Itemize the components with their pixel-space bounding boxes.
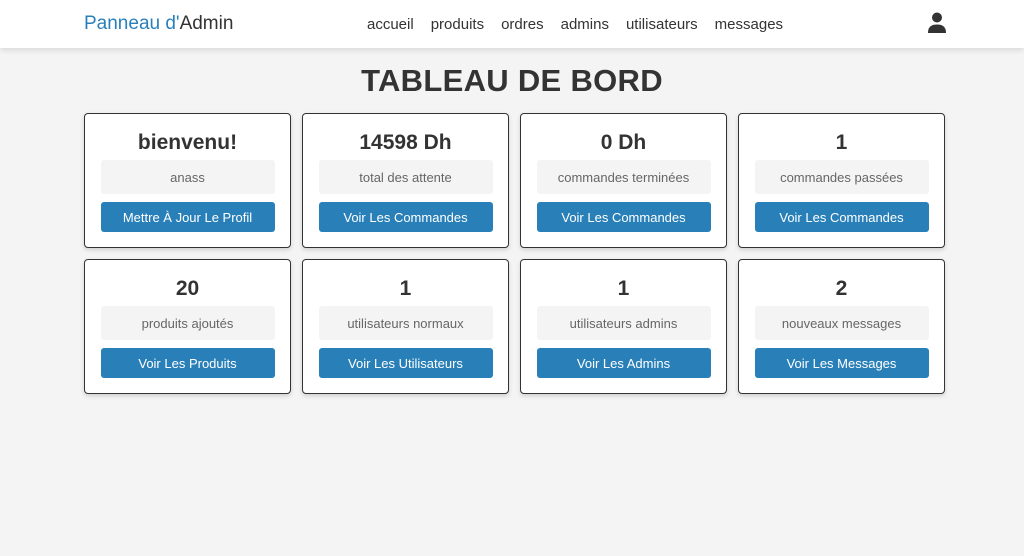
card-value: 20 [175, 277, 200, 300]
card-value: 1 [617, 277, 630, 300]
header: Panneau d'Admin accueil produits ordres … [0, 0, 1024, 48]
card-label: total des attente [318, 160, 493, 194]
card-value: 1 [399, 277, 412, 300]
update-profile-button[interactable]: Mettre À Jour Le Profil [100, 202, 275, 232]
card-pending-total: 14598 Dh total des attente Voir Les Comm… [302, 113, 509, 248]
nav-ordres[interactable]: ordres [501, 16, 544, 33]
logo-link[interactable]: Panneau d'Admin [84, 13, 233, 35]
nav-accueil[interactable]: accueil [367, 16, 414, 33]
user-icon[interactable] [928, 12, 946, 34]
card-new-messages: 2 nouveaux messages Voir Les Messages [738, 259, 945, 394]
view-orders-button[interactable]: Voir Les Commandes [754, 202, 929, 232]
view-admins-button[interactable]: Voir Les Admins [536, 348, 711, 378]
card-normal-users: 1 utilisateurs normaux Voir Les Utilisat… [302, 259, 509, 394]
user-icon-svg [928, 12, 946, 33]
logo-suffix: Admin [179, 13, 234, 34]
card-label: produits ajoutés [100, 306, 275, 340]
card-value: 2 [835, 277, 848, 300]
view-orders-button[interactable]: Voir Les Commandes [318, 202, 493, 232]
logo-prefix: Panneau [84, 13, 166, 34]
card-value: 14598 Dh [359, 131, 452, 154]
nav-messages[interactable]: messages [715, 16, 783, 33]
card-completed-orders: 0 Dh commandes terminées Voir Les Comman… [520, 113, 727, 248]
card-label: utilisateurs normaux [318, 306, 493, 340]
card-value: 0 Dh [600, 131, 647, 154]
card-label: utilisateurs admins [536, 306, 711, 340]
card-placed-orders: 1 commandes passées Voir Les Commandes [738, 113, 945, 248]
nav-produits[interactable]: produits [431, 16, 484, 33]
card-value: 1 [835, 131, 848, 154]
card-welcome: bienvenu! anass Mettre À Jour Le Profil [84, 113, 291, 248]
card-admin-users: 1 utilisateurs admins Voir Les Admins [520, 259, 727, 394]
card-label: commandes terminées [536, 160, 711, 194]
nav-admins[interactable]: admins [561, 16, 609, 33]
view-products-button[interactable]: Voir Les Produits [100, 348, 275, 378]
card-label: anass [100, 160, 275, 194]
nav-utilisateurs[interactable]: utilisateurs [626, 16, 698, 33]
view-users-button[interactable]: Voir Les Utilisateurs [318, 348, 493, 378]
view-messages-button[interactable]: Voir Les Messages [754, 348, 929, 378]
view-orders-button[interactable]: Voir Les Commandes [536, 202, 711, 232]
card-value: bienvenu! [137, 131, 238, 154]
page-title: TABLEAU DE BORD [361, 63, 663, 98]
main-nav: accueil produits ordres admins utilisate… [367, 0, 783, 48]
dashboard-grid: bienvenu! anass Mettre À Jour Le Profil … [84, 113, 945, 394]
logo-accent: d' [165, 13, 180, 34]
card-products: 20 produits ajoutés Voir Les Produits [84, 259, 291, 394]
card-label: commandes passées [754, 160, 929, 194]
card-label: nouveaux messages [754, 306, 929, 340]
